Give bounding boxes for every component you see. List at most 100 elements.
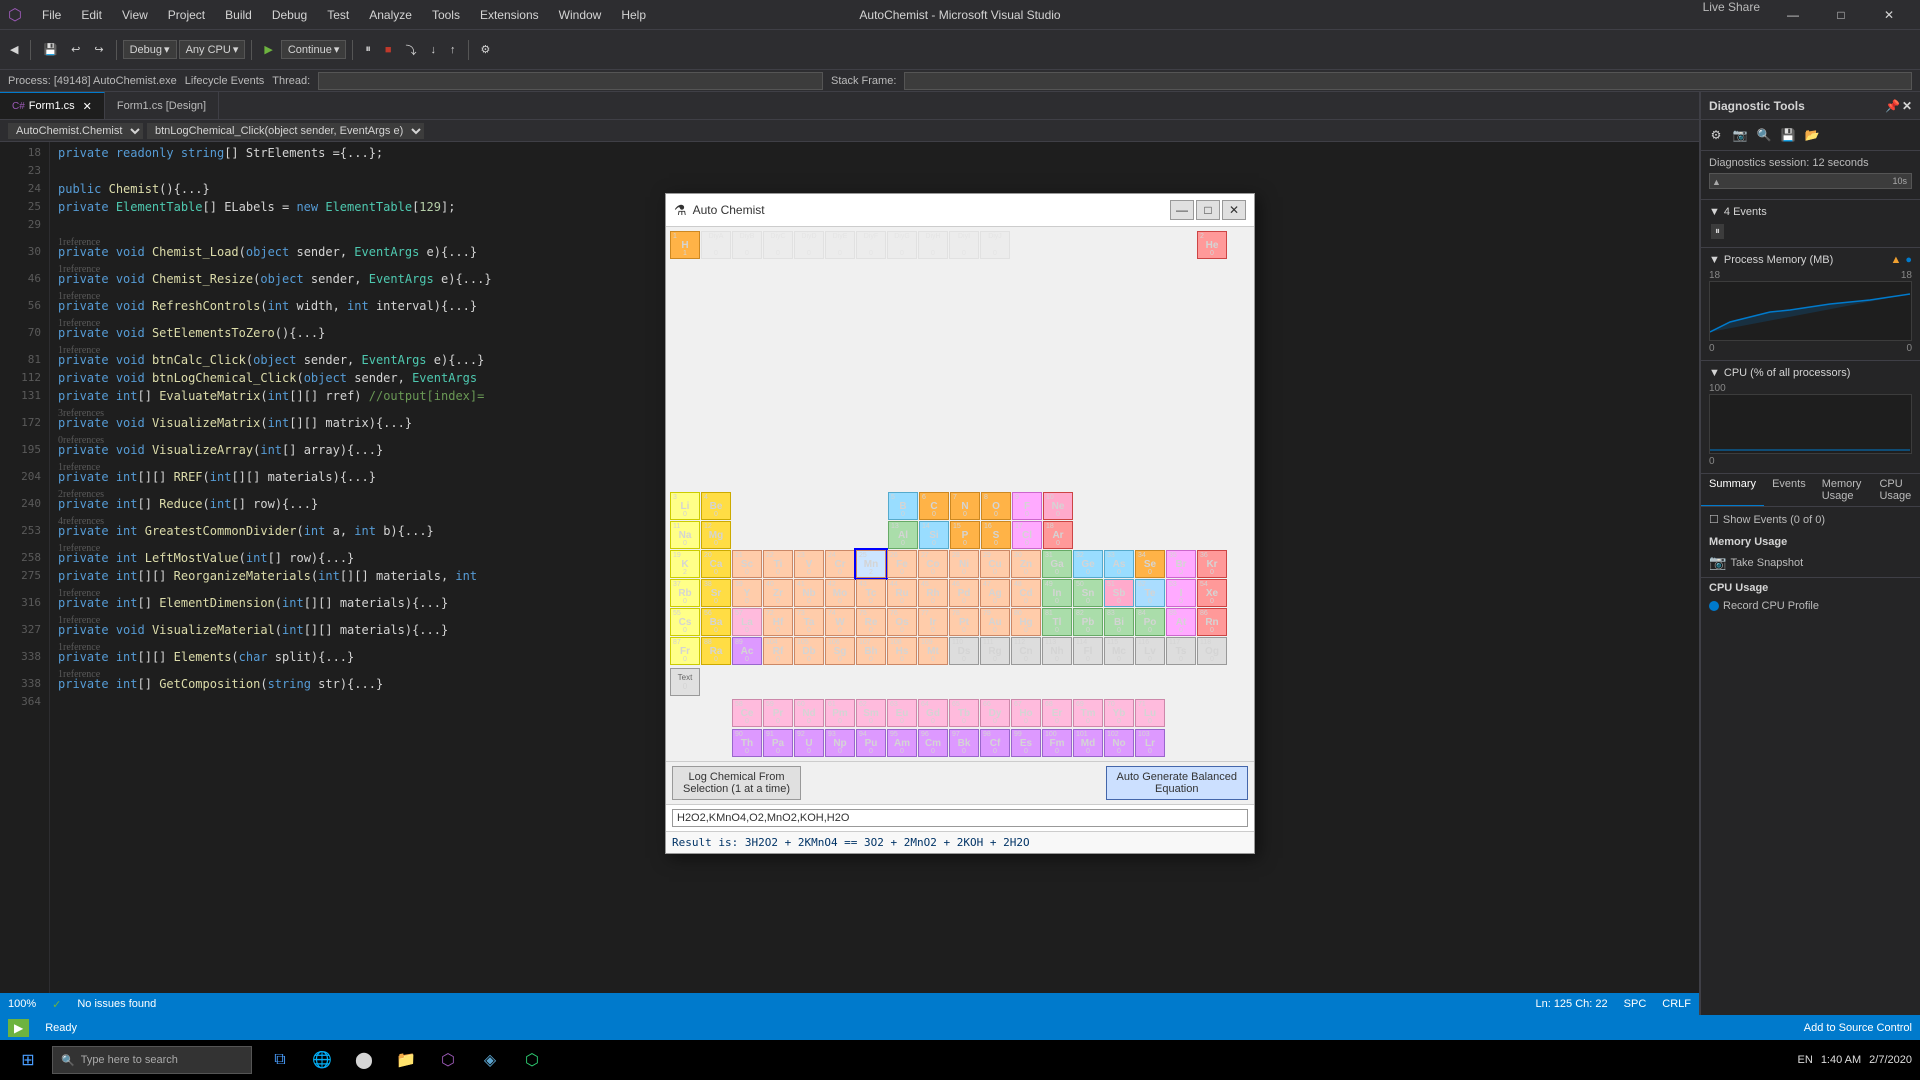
elem-DiyI[interactable]: DiyI0 — [949, 231, 979, 259]
element-Rg[interactable]: 111Rg0 — [980, 637, 1010, 665]
menu-analyze[interactable]: Analyze — [361, 6, 420, 24]
element-U[interactable]: 92U0 — [794, 729, 824, 757]
element-Lu[interactable]: 71Lu0 — [1135, 699, 1165, 727]
element-Ag[interactable]: 47Ag0 — [980, 579, 1010, 607]
element-Ra[interactable]: 88Ra0 — [701, 637, 731, 665]
method-dropdown[interactable]: btnLogChemical_Click(object sender, Even… — [147, 123, 424, 139]
element-I[interactable]: 53I0 — [1166, 579, 1196, 607]
elem-DiyE[interactable]: DiyE0 — [825, 231, 855, 259]
save-btn[interactable]: 💾 — [37, 39, 63, 60]
element-In[interactable]: 49In0 — [1042, 579, 1072, 607]
settings-icon[interactable]: ⚙ — [1705, 124, 1727, 146]
element-Ar[interactable]: 18Ar0 — [1043, 521, 1073, 549]
element-Lr[interactable]: 103Lr0 — [1135, 729, 1165, 757]
element-Ga[interactable]: 31Ga0 — [1042, 550, 1072, 578]
element-Fm[interactable]: 100Fm0 — [1042, 729, 1072, 757]
minimize-button[interactable]: — — [1770, 0, 1816, 30]
element-P[interactable]: 15P0 — [950, 521, 980, 549]
pin-icon[interactable]: 📌 — [1885, 99, 1900, 113]
expand-icon[interactable]: ▼ — [1709, 206, 1720, 218]
element-Fl[interactable]: 114Fl0 — [1073, 637, 1103, 665]
dialog-maximize-btn[interactable]: □ — [1196, 200, 1220, 220]
element-Nh[interactable]: 113Nh0 — [1042, 637, 1072, 665]
element-Sr[interactable]: 38Sr0 — [701, 579, 731, 607]
menu-window[interactable]: Window — [551, 6, 610, 24]
element-Eu[interactable]: 63Eu0 — [887, 699, 917, 727]
element-Pd[interactable]: 46Pd0 — [949, 579, 979, 607]
element-Na[interactable]: 11Na0 — [670, 521, 700, 549]
element-Ts[interactable]: 117Ts0 — [1166, 637, 1196, 665]
elem-DiyG[interactable]: DiyG0 — [887, 231, 917, 259]
debug-dropdown[interactable]: Debug ▾ — [123, 40, 177, 59]
element-Rf[interactable]: 104Rf0 — [763, 637, 793, 665]
element-Zr[interactable]: 40Zr0 — [763, 579, 793, 607]
element-Hs[interactable]: 108Hs0 — [887, 637, 917, 665]
element-Cr[interactable]: 24Cr0 — [825, 550, 855, 578]
elem-DiyB[interactable]: DiyB0 — [732, 231, 762, 259]
diag-close-icon[interactable]: ✕ — [1902, 99, 1912, 113]
element-Tm[interactable]: 69Tm0 — [1073, 699, 1103, 727]
element-Mt[interactable]: 109Mt0 — [918, 637, 948, 665]
element-Sc[interactable]: 21Sc0 — [732, 550, 762, 578]
open-diag-icon[interactable]: 📂 — [1801, 124, 1823, 146]
element-Os[interactable]: 76Os0 — [887, 608, 917, 636]
element-Nd[interactable]: 60Nd0 — [794, 699, 824, 727]
menu-build[interactable]: Build — [217, 6, 260, 24]
element-F[interactable]: 9F0 — [1012, 492, 1042, 520]
element-Zn[interactable]: 30Zn0 — [1011, 550, 1041, 578]
close-button[interactable]: ✕ — [1866, 0, 1912, 30]
dialog-minimize-btn[interactable]: — — [1170, 200, 1194, 220]
search-diag-icon[interactable]: 🔍 — [1753, 124, 1775, 146]
element-H[interactable]: 1 H 1 — [670, 231, 700, 259]
log-chemical-button[interactable]: Log Chemical From Selection (1 at a time… — [672, 766, 801, 800]
elem-DiyC[interactable]: DiyC0 — [763, 231, 793, 259]
step-out-btn[interactable]: ↑ — [444, 40, 462, 60]
element-La[interactable]: 57La0 — [732, 608, 762, 636]
element-Sg[interactable]: 106Sg0 — [825, 637, 855, 665]
expand-cpu-icon[interactable]: ▼ — [1709, 367, 1720, 379]
continue-dropdown[interactable]: Continue ▾ — [281, 40, 347, 59]
element-Mn[interactable]: 25Mn2 — [856, 550, 886, 578]
text-cell[interactable]: Text 0 — [670, 668, 700, 696]
element-Bk[interactable]: 97Bk0 — [949, 729, 979, 757]
elem-DiyH[interactable]: DiyH0 — [918, 231, 948, 259]
elem-DiyF[interactable]: DiyF0 — [856, 231, 886, 259]
elem-DiyJ[interactable]: DiyJ0 — [980, 231, 1010, 259]
element-Pb[interactable]: 82Pb0 — [1073, 608, 1103, 636]
element-Fr[interactable]: 87Fr0 — [670, 637, 700, 665]
element-N[interactable]: 7N0 — [950, 492, 980, 520]
element-Ta[interactable]: 73Ta0 — [794, 608, 824, 636]
element-At[interactable]: 85At0 — [1166, 608, 1196, 636]
vs-taskbar-btn[interactable]: ⬡ — [428, 1040, 468, 1080]
step-into-btn[interactable]: ↓ — [425, 40, 443, 60]
element-Te[interactable]: 52Te0 — [1135, 579, 1165, 607]
element-Po[interactable]: 84Po0 — [1135, 608, 1165, 636]
element-Lv[interactable]: 116Lv0 — [1135, 637, 1165, 665]
redo-btn[interactable]: ↪ — [88, 39, 109, 60]
element-Tl[interactable]: 81Tl0 — [1042, 608, 1072, 636]
chrome-btn[interactable]: ⬤ — [344, 1040, 384, 1080]
element-O[interactable]: 8O0 — [981, 492, 1011, 520]
menu-file[interactable]: File — [34, 6, 69, 24]
elem-DiyA[interactable]: DiyA0 — [701, 231, 731, 259]
back-button[interactable]: ◀ — [4, 39, 24, 60]
close-tab-icon[interactable]: ✕ — [83, 100, 92, 113]
element-Ru[interactable]: 44Ru0 — [887, 579, 917, 607]
tab-form1-design[interactable]: Form1.cs [Design] — [105, 92, 219, 119]
element-Ce[interactable]: 58Ce0 — [732, 699, 762, 727]
diag-tab-cpu[interactable]: CPU Usage — [1871, 474, 1920, 506]
element-Mo[interactable]: 42Mo0 — [825, 579, 855, 607]
element-Y[interactable]: 39Y0 — [732, 579, 762, 607]
element-Rb[interactable]: 37Rb0 — [670, 579, 700, 607]
menu-edit[interactable]: Edit — [73, 6, 110, 24]
element-Pt[interactable]: 78Pt0 — [949, 608, 979, 636]
elem-DiyD[interactable]: DiyD0 — [794, 231, 824, 259]
element-Md[interactable]: 101Md0 — [1073, 729, 1103, 757]
element-Mc[interactable]: 115Mc0 — [1104, 637, 1134, 665]
element-B[interactable]: 5B0 — [888, 492, 918, 520]
auto-generate-button[interactable]: Auto Generate Balanced Equation — [1106, 766, 1248, 800]
element-Cu[interactable]: 29Cu0 — [980, 550, 1010, 578]
element-Si[interactable]: 14Si0 — [919, 521, 949, 549]
menu-tools[interactable]: Tools — [424, 6, 468, 24]
element-W[interactable]: 74W0 — [825, 608, 855, 636]
